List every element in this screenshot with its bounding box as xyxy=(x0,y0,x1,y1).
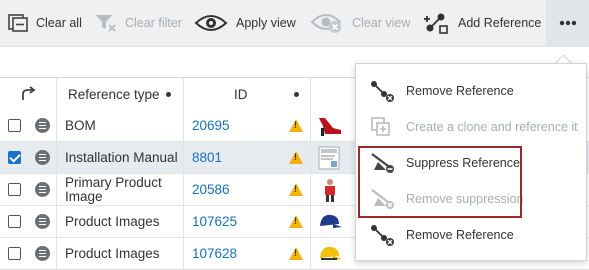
add-reference-icon xyxy=(424,13,448,34)
add-reference-button[interactable]: Add Reference xyxy=(424,0,541,46)
list-icon xyxy=(35,110,50,141)
remove-reference-icon xyxy=(371,81,394,102)
toolbar: Clear all Clear filter Apply view Clear … xyxy=(0,0,589,47)
clear-view-button[interactable]: Clear view xyxy=(310,0,410,46)
row-checkbox[interactable] xyxy=(8,110,21,141)
menu-item-remove-reference[interactable]: Remove Reference xyxy=(356,73,586,109)
clear-view-label: Clear view xyxy=(352,16,411,30)
warning-icon xyxy=(289,206,303,237)
add-reference-label: Add Reference xyxy=(458,16,542,30)
menu-item-create-clone[interactable]: Create a clone and reference it xyxy=(356,109,586,145)
clear-all-icon xyxy=(8,14,28,32)
list-icon xyxy=(35,174,50,205)
list-icon xyxy=(35,142,50,173)
apply-view-button[interactable]: Apply view xyxy=(194,0,296,46)
product-thumbnail xyxy=(317,206,343,237)
clear-view-icon xyxy=(310,14,342,33)
product-thumbnail xyxy=(317,174,343,205)
row-checkbox[interactable] xyxy=(8,206,21,237)
eye-icon xyxy=(194,15,228,31)
id-link[interactable]: 8801 xyxy=(192,142,222,173)
sort-dot-icon xyxy=(165,91,171,97)
link-arrow-icon[interactable] xyxy=(20,78,36,110)
clear-filter-button[interactable]: Clear filter xyxy=(95,0,182,46)
clear-filter-label: Clear filter xyxy=(125,16,182,30)
id-link[interactable]: 107625 xyxy=(192,206,237,237)
menu-item-remove-reference-2[interactable]: Remove Reference xyxy=(356,217,586,253)
warning-icon xyxy=(289,174,303,205)
reference-type-cell: Installation Manual xyxy=(65,149,178,165)
product-thumbnail xyxy=(317,238,343,269)
list-icon xyxy=(35,238,50,269)
reference-type-cell: Primary Product Image xyxy=(65,174,162,204)
id-link[interactable]: 20695 xyxy=(192,110,230,141)
column-header-id[interactable]: ID xyxy=(234,78,248,110)
product-thumbnail xyxy=(317,142,343,173)
reference-type-cell: Product Images xyxy=(65,245,160,261)
clear-all-label: Clear all xyxy=(36,16,82,30)
highlight-box xyxy=(358,146,522,218)
remove-reference-icon xyxy=(371,225,394,246)
clear-filter-icon xyxy=(96,15,116,32)
warning-icon xyxy=(289,142,303,173)
reference-type-cell: BOM xyxy=(65,117,96,133)
warning-icon xyxy=(289,110,303,141)
product-thumbnail xyxy=(317,110,343,141)
more-actions-button[interactable] xyxy=(546,0,589,46)
row-checkbox[interactable] xyxy=(8,142,21,173)
clone-icon xyxy=(371,117,390,136)
row-checkbox[interactable] xyxy=(8,174,21,205)
clear-all-button[interactable]: Clear all xyxy=(8,0,82,46)
reference-type-cell: Product Images xyxy=(65,213,160,229)
id-link[interactable]: 20586 xyxy=(192,174,230,205)
list-icon xyxy=(35,206,50,237)
column-header-reference-type[interactable]: Reference type xyxy=(68,78,171,110)
apply-view-label: Apply view xyxy=(236,16,296,30)
warning-icon xyxy=(289,238,303,269)
row-checkbox[interactable] xyxy=(8,238,21,269)
more-horizontal-icon xyxy=(559,20,576,26)
id-link[interactable]: 107628 xyxy=(192,238,237,269)
sort-dot-icon xyxy=(294,78,299,110)
